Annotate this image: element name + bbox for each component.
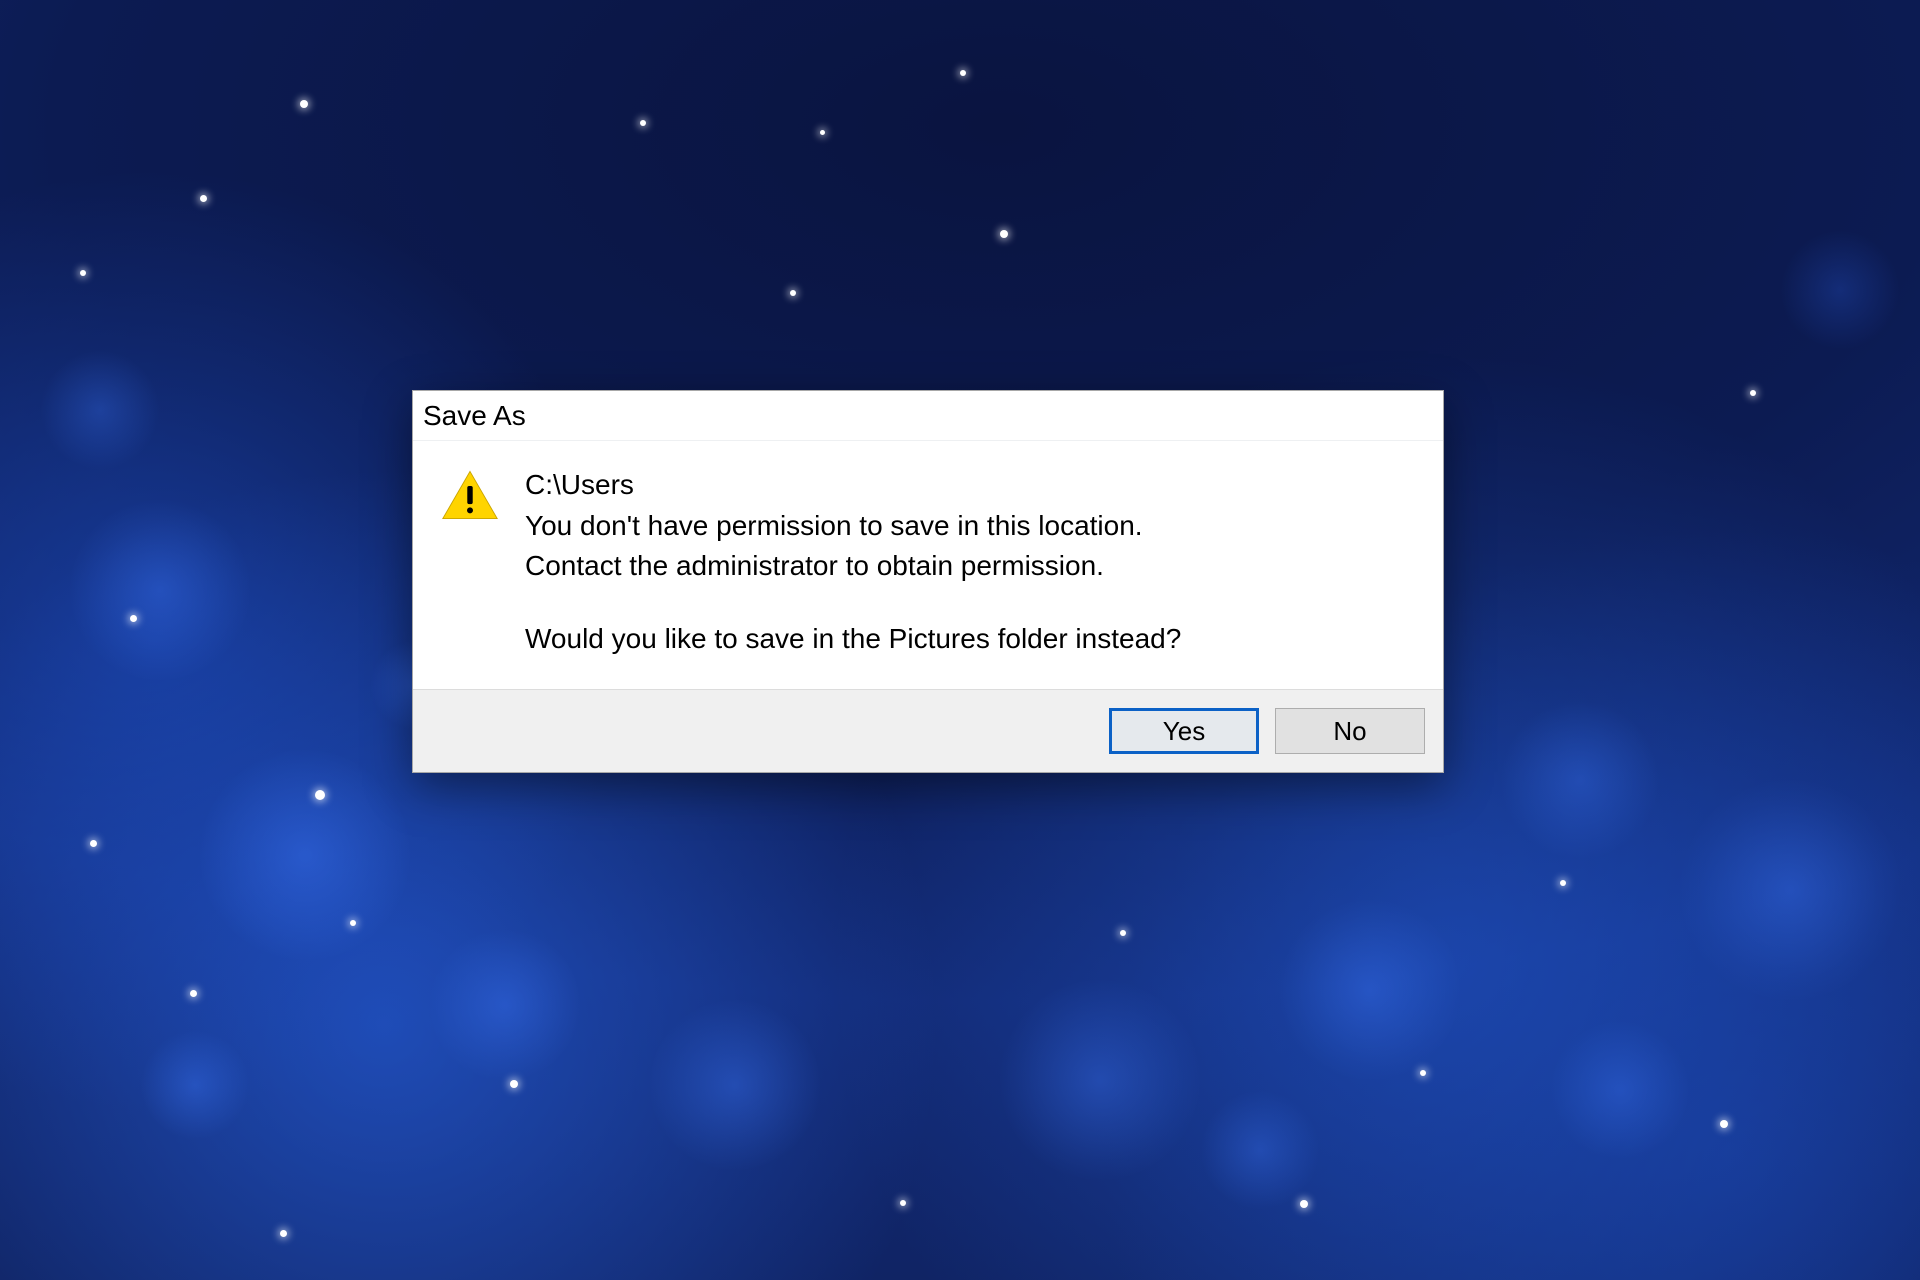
save-as-dialog: Save As C:\Users You don't have permissi…	[412, 390, 1444, 773]
dialog-button-row: Yes No	[413, 689, 1443, 772]
message-prompt: Would you like to save in the Pictures f…	[525, 619, 1415, 660]
message-line-2: Contact the administrator to obtain perm…	[525, 546, 1415, 587]
dialog-message: C:\Users You don't have permission to sa…	[525, 465, 1415, 659]
dialog-titlebar[interactable]: Save As	[413, 391, 1443, 441]
warning-icon	[441, 469, 499, 521]
no-button[interactable]: No	[1275, 708, 1425, 754]
message-line-1: You don't have permission to save in thi…	[525, 506, 1415, 547]
message-path: C:\Users	[525, 465, 1415, 506]
dialog-body: C:\Users You don't have permission to sa…	[413, 441, 1443, 689]
yes-button[interactable]: Yes	[1109, 708, 1259, 754]
dialog-title: Save As	[423, 400, 526, 432]
